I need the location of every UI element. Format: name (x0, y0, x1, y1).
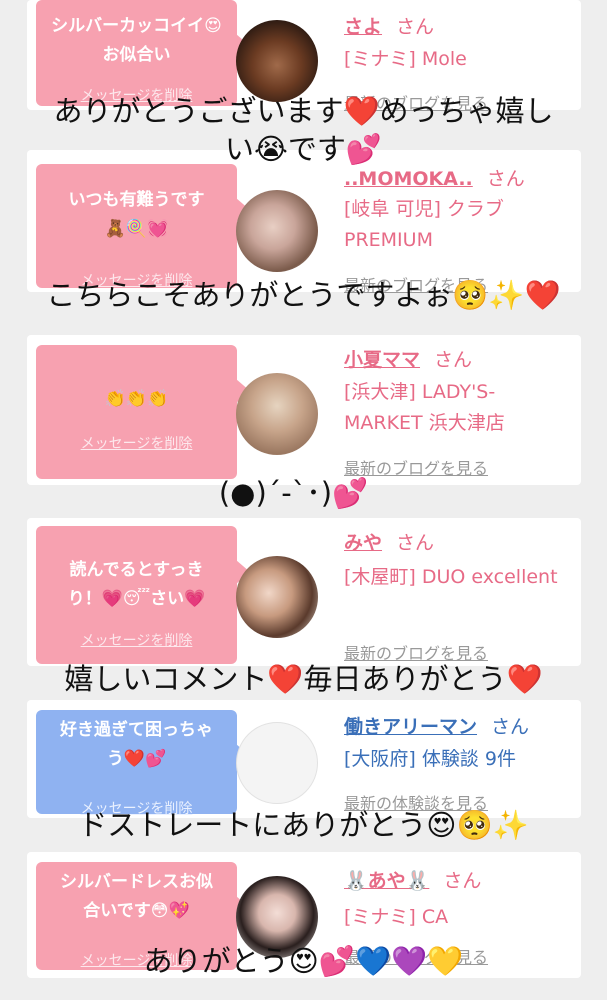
overlay-caption-line: ドストレートにありがとう😍🥺✨ (78, 808, 529, 842)
username-link[interactable]: ..MOMOKA.. さん (344, 164, 525, 191)
shop-label: [ミナミ] Mole (344, 48, 467, 70)
delete-message-link[interactable]: メッセージを削除 (36, 630, 237, 650)
message-bubble: 好き過ぎて困っちゃう❤️💕 メッセージを削除 (36, 710, 250, 817)
avatar[interactable] (236, 556, 318, 638)
avatar[interactable] (236, 20, 318, 102)
message-card: 👏👏👏 メッセージを削除 小夏ママ さん [浜大津] LADY'S-MARKET … (27, 335, 581, 485)
overlay-caption: ありがとう😍💕💙💜💛 (0, 942, 607, 980)
message-bubble: シルバーカッコイイ😍お似合い メッセージを削除 (36, 0, 250, 106)
overlay-caption-line: ありがとう😍💕💙💜💛 (143, 944, 464, 978)
overlay-caption-line: こちらこそありがとうですよぉ🥺✨❤️ (46, 278, 561, 312)
message-card: 好き過ぎて困っちゃう❤️💕 メッセージを削除 働きアリーマン さん [大阪府] 体… (27, 700, 581, 818)
overlay-caption-line: 嬉しいコメント❤️毎日ありがとう❤️ (64, 662, 543, 696)
message-card: 読んでるとすっきり！💗😴さい💗 メッセージを削除 みや さん [木屋町] DUO … (27, 518, 581, 666)
shop-label: [大阪府] 体験談 9件 (344, 748, 516, 770)
username-link[interactable]: 働きアリーマン さん (344, 712, 529, 739)
avatar[interactable] (236, 373, 318, 455)
message-text: いつも有難うです🧸🍭💓 (68, 190, 205, 239)
shop-label: [木屋町] DUO excellent (344, 566, 558, 588)
delete-message-link[interactable]: メッセージを削除 (36, 433, 237, 453)
message-bubble: 👏👏👏 メッセージを削除 (36, 345, 250, 479)
message-text: シルバーカッコイイ😍お似合い (51, 16, 222, 65)
username-link[interactable]: 🐰あや🐰 さん (344, 866, 481, 893)
overlay-caption: こちらこそありがとうですよぉ🥺✨❤️ (0, 276, 607, 314)
avatar[interactable] (236, 722, 318, 804)
message-bubble: いつも有難うです🧸🍭💓 メッセージを削除 (36, 164, 250, 289)
avatar[interactable] (236, 190, 318, 272)
message-text: 読んでるとすっきり！💗😴さい💗 (67, 560, 206, 609)
overlay-caption: (●)´-`･)💕 (0, 474, 597, 512)
shop-label: [岐阜 可児] クラブPREMIUM (344, 198, 504, 251)
message-text: 好き過ぎて困っちゃう❤️💕 (60, 720, 213, 769)
message-card: いつも有難うです🧸🍭💓 メッセージを削除 ..MOMOKA.. さん [岐阜 可児… (27, 150, 581, 295)
overlay-caption: ありがとうございます❤️めっちゃ嬉し い😭です💕 (0, 92, 607, 168)
shop-label: [浜大津] LADY'S-MARKET 浜大津店 (344, 381, 505, 434)
username-link[interactable]: 小夏ママ さん (344, 345, 472, 372)
overlay-caption: ドストレートにありがとう😍🥺✨ (0, 806, 607, 844)
message-bubble: 読んでるとすっきり！💗😴さい💗 メッセージを削除 (36, 526, 250, 664)
overlay-caption: 嬉しいコメント❤️毎日ありがとう❤️ (0, 660, 607, 698)
overlay-caption-line: (●)´-`･)💕 (218, 476, 369, 510)
overlay-caption-line: い😭です💕 (225, 132, 382, 166)
username-link[interactable]: さよ さん (344, 12, 434, 39)
overlay-caption-line: ありがとうございます❤️めっちゃ嬉し (53, 94, 554, 128)
message-text: シルバードレスお似合いです😳💖 (60, 872, 213, 921)
username-link[interactable]: みや さん (344, 528, 434, 555)
message-text: 👏👏👏 (104, 389, 169, 409)
shop-label: [ミナミ] CA (344, 906, 449, 928)
